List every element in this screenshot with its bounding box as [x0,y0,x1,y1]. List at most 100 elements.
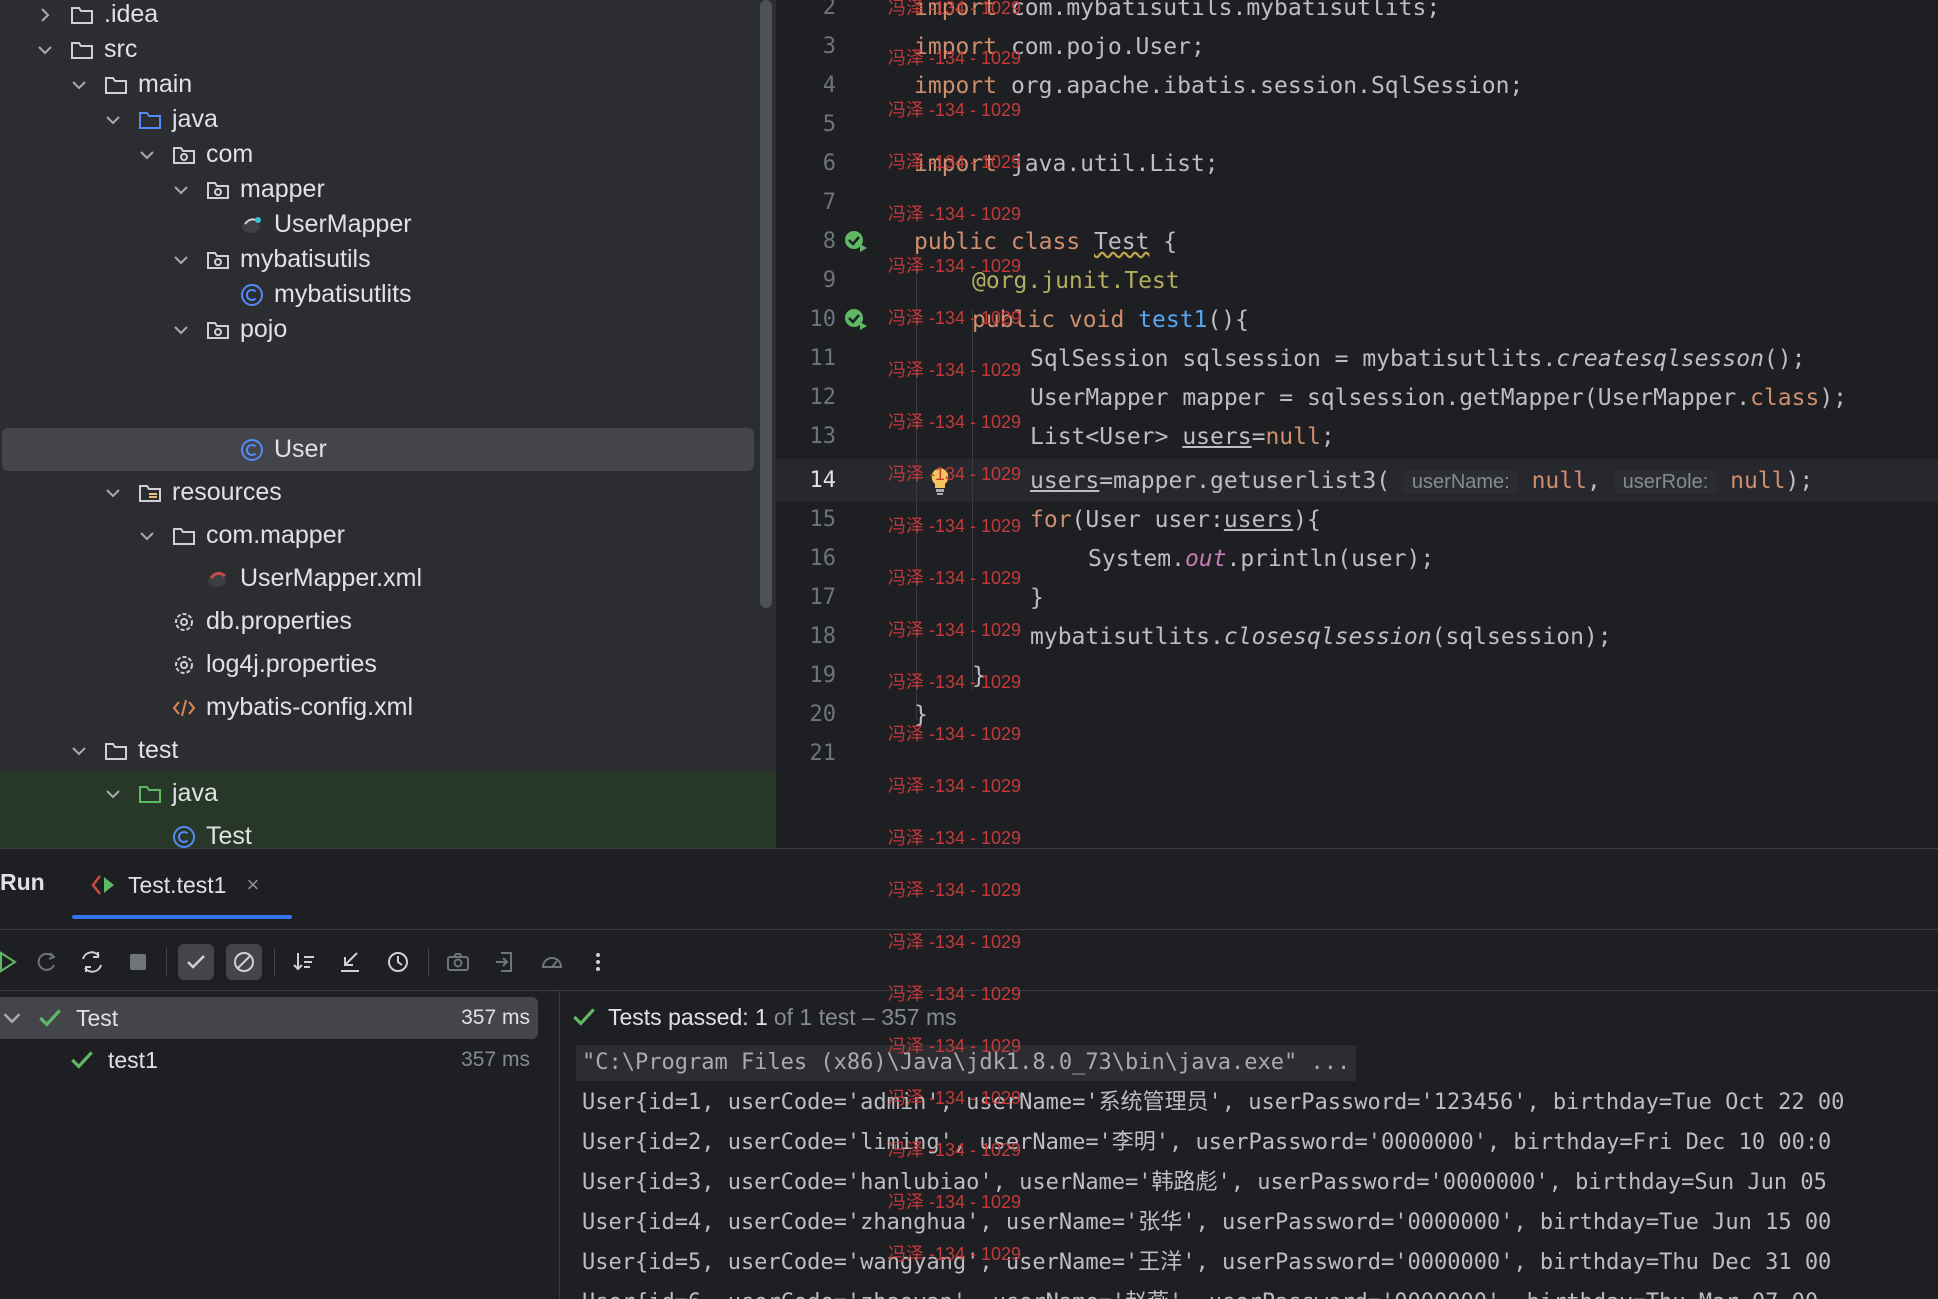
test-passed-icon [39,1009,61,1027]
line-number: 5 [822,112,836,137]
tree-item-test[interactable]: test [0,729,178,772]
test-method-row[interactable]: test1 357 ms [0,1039,538,1081]
test-passed-icon [71,1051,93,1069]
chevron-down-icon[interactable] [2,1008,22,1028]
code-line-12: UserMapper mapper = sqlsession.getMapper… [1030,385,1848,411]
package-icon [204,246,232,274]
class-icon [238,281,266,309]
tree-item-label: Test [206,822,252,848]
mybatis-xml-icon [204,565,232,593]
rerun-icon[interactable] [0,944,26,980]
code-line-13: List<User> users=null; [1030,424,1335,450]
tree-item-resources[interactable]: resources [0,471,282,514]
run-tool-window: Run Test.test1 × Test 357 ms test1 357 m… [0,848,1938,1299]
tree-item-db-properties[interactable]: db.properties [0,600,352,643]
line-number: 21 [809,741,837,766]
run-test-gutter-icon[interactable] [842,228,870,256]
folder-icon [102,71,130,99]
chevron-down-icon[interactable] [68,74,90,96]
line-number: 9 [822,268,836,293]
console-output[interactable]: Tests passed: 1 of 1 test – 357 ms "C:\P… [560,991,1938,1299]
line-number: 4 [822,73,836,98]
tree-item-label: test [138,736,179,764]
code-line-4: import org.apache.ibatis.session.SqlSess… [914,73,1524,99]
chevron-down-icon[interactable] [102,783,124,805]
console-line: "C:\Program Files (x86)\Java\jdk1.8.0_73… [576,1045,1357,1081]
tree-item-pojo[interactable]: pojo [0,308,287,351]
line-number: 8 [822,229,836,254]
collapse-icon[interactable] [332,944,368,980]
chevron-down-icon[interactable] [170,179,192,201]
stop-icon[interactable] [120,944,156,980]
code-line-20: } [914,702,928,728]
param-hint-username: userName: [1403,470,1518,494]
code-editor[interactable]: 2 3 4 5 6 7 8 9 10 11 12 13 14 15 16 17 … [776,0,1938,848]
code-line-8: public class Test { [914,229,1178,255]
folder-icon [68,36,96,64]
export-icon[interactable] [488,944,524,980]
code-line-3: import com.pojo.User; [914,34,1205,60]
test-suite-row[interactable]: Test 357 ms [0,997,538,1039]
line-number: 6 [822,151,836,176]
line-number: 3 [822,34,836,59]
tree-item-com-mapper[interactable]: com.mapper [0,514,345,557]
tree-item-label: pojo [240,315,288,343]
chevron-down-icon[interactable] [102,482,124,504]
console-line: User{id=6, userCode='zhaoyan', userName=… [582,1285,1818,1299]
sort-icon[interactable] [286,944,322,980]
folder-icon [102,737,130,765]
console-line: User{id=4, userCode='zhanghua', userName… [582,1210,1832,1235]
run-panel-title: Run [0,869,45,895]
tree-item-label: java [172,105,218,133]
tree-item-log4j-properties[interactable]: log4j.properties [0,643,377,686]
tree-item-mybatis-config-xml[interactable]: mybatis-config.xml [0,686,413,729]
coverage-icon[interactable] [534,944,570,980]
code-line-15: for(User user:users){ [1030,507,1321,533]
chevron-down-icon[interactable] [170,249,192,271]
line-number: 12 [809,385,837,410]
chevron-down-icon[interactable] [68,740,90,762]
tree-item-label: mybatis-config.xml [206,693,413,721]
line-number: 7 [822,190,836,215]
show-passed-icon[interactable] [178,944,214,980]
chevron-down-icon[interactable] [136,525,158,547]
project-tool-window: .idea src main java com mapper UserMappe… [0,0,776,848]
check-icon [573,1008,595,1026]
line-number: 14 [809,468,837,493]
line-number: 13 [809,424,837,449]
tree-item-label: mapper [240,175,325,203]
chevron-down-icon[interactable] [170,319,192,341]
tree-item-test-java[interactable]: java [0,772,776,815]
rerun-failed-icon[interactable] [28,944,64,980]
close-tab-icon[interactable]: × [246,872,259,898]
xml-icon [170,694,198,722]
chevron-right-icon[interactable] [34,4,56,26]
chevron-down-icon[interactable] [102,109,124,131]
tab-test-test1[interactable]: Test.test1 × [90,865,259,905]
history-icon[interactable] [380,944,416,980]
code-line-9: @org.junit.Test [972,268,1180,294]
tree-item-label: UserMapper [274,210,412,238]
tree-item-user[interactable]: User [2,428,754,471]
code-line-18: mybatisutlits.closesqlsession(sqlsession… [1030,624,1612,650]
toggle-auto-test-icon[interactable] [74,944,110,980]
chevron-down-icon[interactable] [136,144,158,166]
more-icon[interactable] [580,944,616,980]
toolbar-separator [428,948,429,976]
test-folder-icon [136,780,164,808]
package-icon [170,141,198,169]
line-number: 17 [809,585,837,610]
tab-label: Test.test1 [128,871,227,898]
tree-item-label: .idea [104,0,159,28]
show-ignored-icon[interactable] [226,944,262,980]
class-icon [170,823,198,849]
screenshot-icon[interactable] [440,944,476,980]
line-number: 15 [809,507,837,532]
lightbulb-icon[interactable] [928,466,952,496]
tree-item-test-class[interactable]: Test [0,815,776,848]
tree-item-label: UserMapper.xml [240,564,422,592]
chevron-down-icon[interactable] [34,39,56,61]
tree-scrollbar[interactable] [760,0,772,608]
run-test-gutter-icon[interactable] [842,306,870,334]
tree-item-usermapper-xml[interactable]: UserMapper.xml [0,557,422,600]
